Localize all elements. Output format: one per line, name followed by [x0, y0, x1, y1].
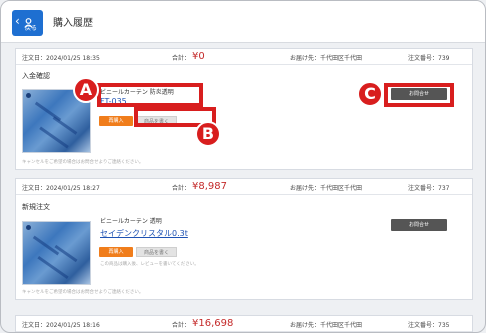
order-status: 入金確認 — [22, 72, 50, 80]
app-frame: ‹ 戻る 購入履歴 注文日：2024/01/25 18:35 合計： ¥0 お届… — [0, 0, 486, 333]
order-number: 注文番号：735 — [408, 322, 450, 329]
order-date: 注文日：2024/01/25 18:16 — [22, 322, 100, 329]
buy-again-button[interactable]: 再購入 — [99, 247, 133, 257]
destination: お届け先：千代田区千代田 — [290, 185, 363, 192]
total-label: 合計： — [172, 322, 191, 329]
order-card: 注文日：2024/01/25 18:27 合計： ¥8,987 お届け先：千代田… — [15, 178, 473, 300]
product-link[interactable]: セイデンクリスタル0.3t — [100, 228, 188, 239]
product-thumbnail[interactable] — [22, 221, 91, 285]
destination: お届け先：千代田区千代田 — [290, 55, 363, 62]
callout-box-c — [384, 83, 454, 107]
callout-badge-b: B — [195, 121, 221, 147]
order-card: 注文日：2024/01/25 18:35 合計： ¥0 お届け先：千代田区千代田… — [15, 48, 473, 170]
callout-badge-c: C — [357, 81, 383, 107]
order-date: 注文日：2024/01/25 18:35 — [22, 55, 100, 62]
order-card: 注文日：2024/01/25 18:16 合計： ¥16,698 お届け先：千代… — [15, 315, 473, 332]
total-value: ¥16,698 — [192, 318, 234, 329]
product-name: ビニールカーテン 透明 — [100, 218, 162, 225]
contact-button[interactable]: お問合せ — [391, 219, 447, 231]
chevron-left-icon: ‹ — [15, 14, 20, 28]
order-number: 注文番号：737 — [408, 185, 450, 192]
write-review-button[interactable]: 商品を書く — [136, 247, 177, 257]
order-status: 新規注文 — [22, 203, 50, 211]
back-button[interactable]: ‹ 戻る — [12, 10, 43, 36]
review-note: この商品は購入後、レビューを書いてください。 — [100, 262, 199, 267]
cancel-note: キャンセルをご希望の場合はお問合せよりご連絡ください。 — [22, 290, 144, 295]
order-date: 注文日：2024/01/25 18:27 — [22, 185, 100, 192]
order-header: 注文日：2024/01/25 18:16 合計： ¥16,698 お届け先：千代… — [16, 316, 472, 332]
order-number: 注文番号：739 — [408, 55, 450, 62]
order-header: 注文日：2024/01/25 18:27 合計： ¥8,987 お届け先：千代田… — [16, 179, 472, 195]
back-label: 戻る — [25, 25, 38, 32]
buy-again-button[interactable]: 再購入 — [99, 116, 133, 126]
total-label: 合計： — [172, 55, 191, 62]
total-value: ¥8,987 — [192, 181, 227, 192]
callout-badge-a: A — [73, 77, 99, 103]
total-label: 合計： — [172, 185, 191, 192]
order-header: 注文日：2024/01/25 18:35 合計： ¥0 お届け先：千代田区千代田… — [16, 49, 472, 65]
cancel-note: キャンセルをご希望の場合はお問合せよりご連絡ください。 — [22, 160, 144, 165]
page-header: ‹ 戻る 購入履歴 — [1, 1, 485, 43]
page-title: 購入履歴 — [53, 18, 93, 29]
total-value: ¥0 — [192, 51, 205, 62]
callout-box-a — [97, 83, 203, 107]
destination: お届け先：千代田区千代田 — [290, 322, 363, 329]
